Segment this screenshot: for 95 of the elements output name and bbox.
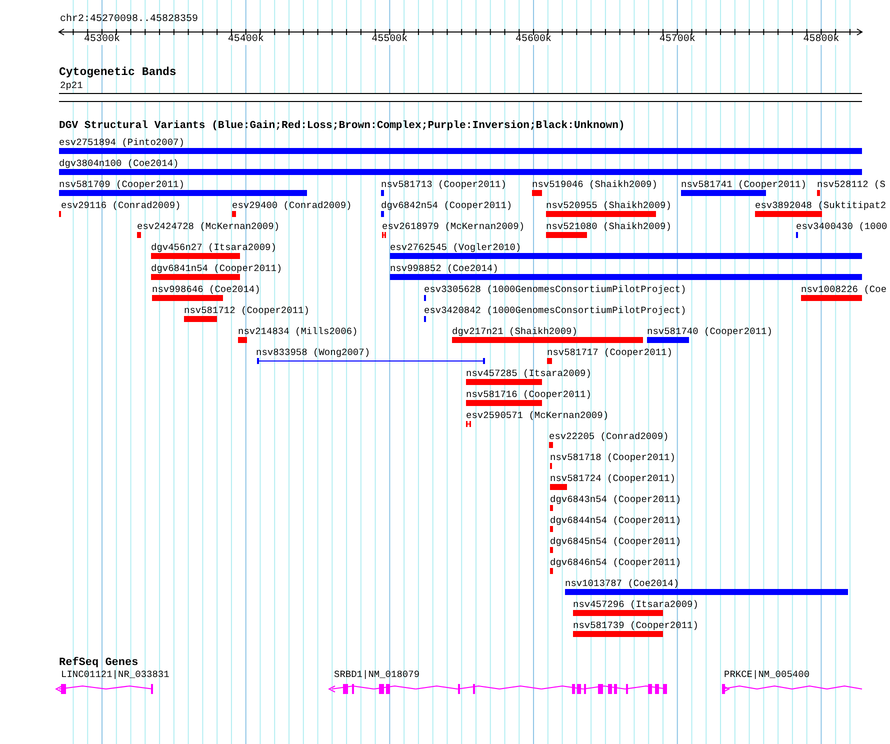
variant-label: esv3400430 (1000 — [796, 222, 888, 232]
variant-label: nsv581739 (Cooper2011) — [573, 621, 698, 630]
variant-label: esv2618979 (McKernan2009) — [382, 222, 525, 232]
variant-label: esv2424728 (McKernan2009) — [137, 222, 280, 232]
variant-bar[interactable] — [59, 169, 862, 175]
variant-label: nsv581713 (Cooper2011) — [381, 180, 506, 190]
variant-bar[interactable] — [532, 190, 542, 196]
variant-label: nsv581709 (Cooper2011) — [59, 180, 184, 190]
variant-bar[interactable] — [565, 589, 848, 595]
variant-label: esv2590571 (McKernan2009) — [466, 411, 609, 420]
tick-label: 45700k — [659, 35, 696, 45]
variant-label: esv2762545 (Vogler2010) — [390, 243, 522, 252]
variant-label: nsv519046 (Shaikh2009) — [532, 180, 658, 190]
variant-pair-mark[interactable] — [466, 421, 471, 427]
variant-label: nsv833958 (Wong2007) — [256, 348, 370, 358]
variant-label: nsv581724 (Cooper2011) — [550, 474, 676, 484]
variant-bar[interactable] — [59, 148, 862, 154]
variant-bar[interactable] — [381, 211, 384, 217]
tick-label: 45800k — [803, 35, 840, 45]
variant-bar[interactable] — [681, 190, 766, 196]
variant-bar[interactable] — [238, 337, 247, 343]
variant-label: nsv581740 (Cooper2011) — [647, 327, 772, 336]
variant-bar[interactable] — [381, 190, 384, 196]
variant-bar[interactable] — [232, 211, 236, 217]
variant-bar[interactable] — [755, 211, 822, 217]
variant-bar[interactable] — [546, 232, 587, 238]
variant-bar[interactable] — [573, 631, 663, 637]
variant-label: dgv217n21 (Shaikh2009) — [452, 327, 578, 336]
gene-label: PRKCE|NM_005400 — [724, 670, 810, 680]
variant-bar[interactable] — [550, 505, 553, 511]
variant-label: dgv6841n54 (Cooper2011) — [151, 264, 282, 274]
variant-bar[interactable] — [550, 568, 553, 574]
variant-label: nsv521080 (Shaikh2009) — [546, 222, 672, 232]
track-title: RefSeq Genes — [59, 658, 138, 669]
variant-bar[interactable] — [573, 610, 663, 616]
variant-bar[interactable] — [184, 316, 217, 322]
variant-label: esv2751894 (Pinto2007) — [59, 138, 184, 148]
variant-bar[interactable] — [151, 253, 240, 259]
variant-label: nsv1013787 (Coe2014) — [565, 579, 680, 588]
variant-label: nsv581716 (Cooper2011) — [466, 390, 592, 400]
variant-bar[interactable] — [801, 295, 862, 301]
tick-label: 45300k — [84, 35, 120, 45]
variant-bar[interactable] — [550, 526, 553, 532]
variant-bar[interactable] — [390, 253, 862, 259]
variant-label: nsv581741 (Cooper2011) — [681, 180, 806, 190]
variant-label: dgv6846n54 (Cooper2011) — [550, 558, 682, 568]
variant-bar[interactable] — [550, 484, 567, 490]
variant-bar[interactable] — [152, 295, 223, 301]
variant-bar[interactable] — [546, 211, 656, 217]
track-title: DGV Structural Variants (Blue:Gain;Red:Loss;Brown:Complex;Purple:Inversion;Black:Unknown) — [59, 121, 625, 132]
variant-bar[interactable] — [466, 400, 542, 406]
variant-label: nsv581717 (Cooper2011) — [547, 348, 672, 358]
variant-bar[interactable] — [151, 274, 240, 280]
variant-label: dgv6843n54 (Cooper2011) — [550, 495, 682, 504]
variant-label: nsv1008226 (Coe — [801, 285, 887, 294]
tick-label: 45500k — [372, 35, 408, 45]
variant-label: esv22205 (Conrad2009) — [549, 432, 669, 442]
variant-label: esv3420842 (1000GenomesConsortiumPilotProject) — [424, 306, 686, 316]
gene-label: SRBD1|NM_018079 — [334, 670, 420, 680]
variant-label: dgv3804n100 (Coe2014) — [59, 159, 179, 168]
variant-label: esv3305628 (1000GenomesConsortiumPilotProject) — [424, 285, 686, 294]
track-title: Cytogenetic Bands — [59, 67, 176, 78]
variant-label: nsv457285 (Itsara2009) — [466, 369, 592, 378]
variant-bar[interactable] — [390, 274, 862, 280]
variant-bar[interactable] — [547, 358, 552, 364]
variant-pair-mark[interactable] — [382, 232, 386, 238]
variant-bar[interactable] — [137, 232, 141, 238]
variant-bar[interactable] — [452, 337, 643, 343]
variant-label: dgv456n27 (Itsara2009) — [151, 243, 276, 252]
variant-label: esv29400 (Conrad2009) — [232, 201, 352, 210]
variant-bar[interactable] — [549, 442, 553, 448]
variant-span-line[interactable] — [257, 358, 485, 364]
variant-label: nsv998852 (Coe2014) — [390, 264, 498, 274]
variant-label: dgv6845n54 (Cooper2011) — [550, 537, 682, 546]
variant-bar[interactable] — [817, 190, 820, 196]
variant-label: nsv214834 (Mills2006) — [238, 327, 358, 336]
gene-label: LINC01121|NR_033831 — [61, 670, 170, 680]
variant-label: nsv528112 (S — [817, 180, 886, 190]
variant-label: esv3892048 (Suktitipat2 — [755, 201, 886, 210]
variant-bar[interactable] — [466, 379, 542, 385]
variant-label: dgv6844n54 (Cooper2011) — [550, 516, 682, 526]
variant-bar[interactable] — [59, 190, 307, 196]
variant-label: nsv520955 (Shaikh2009) — [546, 201, 672, 210]
variant-bar[interactable] — [550, 547, 553, 553]
variant-label: nsv581712 (Cooper2011) — [184, 306, 310, 316]
tick-label: 45400k — [228, 35, 264, 45]
variant-label: esv29116 (Conrad2009) — [61, 201, 181, 210]
tick-label: 45600k — [516, 35, 552, 45]
variant-label: dgv6842n54 (Cooper2011) — [381, 201, 512, 210]
variant-label: nsv581718 (Cooper2011) — [550, 453, 676, 462]
variant-label: nsv998646 (Coe2014) — [152, 285, 260, 294]
location-label: chr2:45270098..45828359 — [60, 15, 198, 25]
variant-bar[interactable] — [647, 337, 689, 343]
band-label: 2p21 — [60, 81, 83, 90]
variant-label: nsv457296 (Itsara2009) — [573, 600, 698, 610]
